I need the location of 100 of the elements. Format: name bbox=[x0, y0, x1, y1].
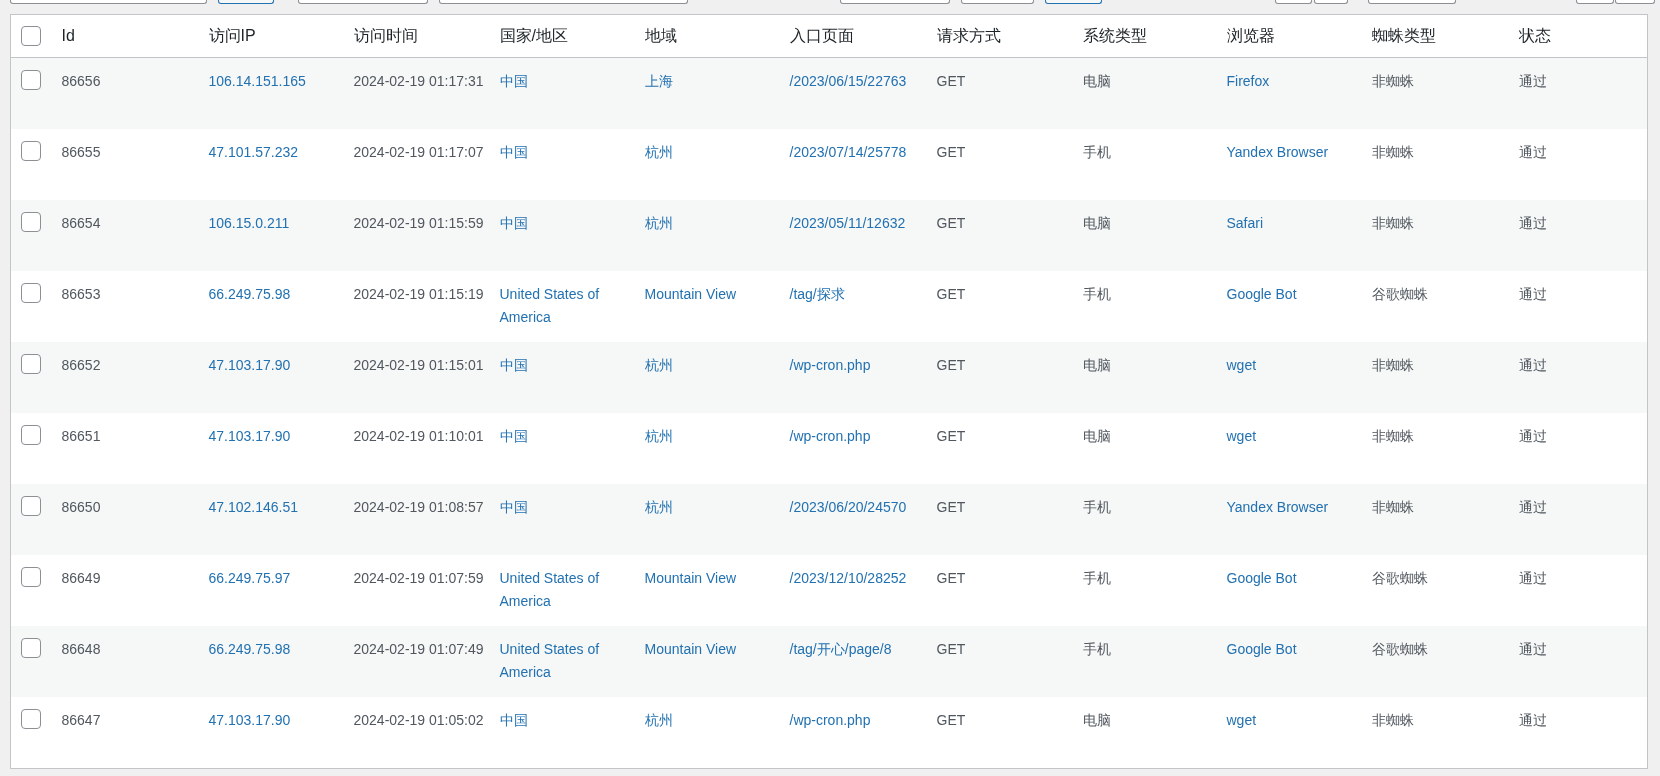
column-header: 请求方式 bbox=[928, 14, 1075, 58]
cell-link[interactable]: Google Bot bbox=[1226, 638, 1356, 661]
table-cell-text: 电脑 bbox=[1082, 711, 1112, 730]
cell-link[interactable]: Safari bbox=[1226, 212, 1356, 235]
row-checkbox[interactable] bbox=[21, 638, 41, 658]
cell-link[interactable]: 66.249.75.98 bbox=[208, 638, 338, 661]
cell-link[interactable]: Firefox bbox=[1226, 70, 1356, 93]
cell-link[interactable]: 47.103.17.90 bbox=[208, 709, 338, 732]
row-checkbox[interactable] bbox=[21, 283, 41, 303]
control-edge[interactable] bbox=[1314, 0, 1348, 4]
cell-link[interactable]: 中国 bbox=[499, 212, 629, 235]
control-edge[interactable] bbox=[1275, 0, 1312, 4]
cell-link[interactable]: Mountain View bbox=[644, 638, 774, 661]
table-cell-text: 2024-02-19 01:17:07 bbox=[353, 143, 484, 162]
column-header: 访问IP bbox=[200, 14, 346, 58]
control-edge[interactable] bbox=[218, 0, 274, 4]
control-edge[interactable] bbox=[298, 0, 428, 4]
cell-link[interactable]: 中国 bbox=[499, 141, 629, 164]
row-checkbox[interactable] bbox=[21, 709, 41, 729]
cell-link[interactable]: Yandex Browser bbox=[1226, 141, 1356, 164]
cell-link[interactable]: 47.103.17.90 bbox=[208, 425, 338, 448]
table-cell-text: 2024-02-19 01:15:01 bbox=[353, 356, 484, 375]
table-cell-text: GET bbox=[936, 711, 967, 730]
cell-link[interactable]: 47.103.17.90 bbox=[208, 354, 338, 377]
cell-link[interactable]: 杭州 bbox=[644, 425, 774, 448]
control-edge[interactable] bbox=[439, 0, 688, 4]
table-cell-text: 2024-02-19 01:08:57 bbox=[353, 498, 484, 517]
control-edge[interactable] bbox=[1045, 0, 1102, 4]
table-cell-text: 非蜘蛛 bbox=[1371, 711, 1415, 730]
table-cell-text: 2024-02-19 01:15:59 bbox=[353, 214, 484, 233]
cell-link[interactable]: 中国 bbox=[499, 709, 629, 732]
control-edge[interactable] bbox=[1615, 0, 1655, 4]
cell-link[interactable]: Google Bot bbox=[1226, 283, 1356, 306]
cell-link[interactable]: United States of America bbox=[499, 567, 629, 613]
cell-link[interactable]: wget bbox=[1226, 709, 1356, 732]
table-cell-text: GET bbox=[936, 427, 967, 446]
cell-link[interactable]: 66.249.75.98 bbox=[208, 283, 338, 306]
row-checkbox[interactable] bbox=[21, 425, 41, 445]
table-cell-text: 非蜘蛛 bbox=[1371, 214, 1415, 233]
cell-link[interactable]: 中国 bbox=[499, 425, 629, 448]
control-edge[interactable] bbox=[1576, 0, 1614, 4]
cell-link[interactable]: United States of America bbox=[499, 638, 629, 684]
cell-link[interactable]: Google Bot bbox=[1226, 567, 1356, 590]
cell-link[interactable]: wget bbox=[1226, 425, 1356, 448]
cell-link[interactable]: United States of America bbox=[499, 283, 629, 329]
cell-link[interactable]: /2023/12/10/28252 bbox=[789, 567, 921, 590]
cell-link[interactable]: /2023/07/14/25778 bbox=[789, 141, 921, 164]
table-cell-text: GET bbox=[936, 356, 967, 375]
cell-link[interactable]: 47.101.57.232 bbox=[208, 141, 338, 164]
table-cell-text: GET bbox=[936, 143, 967, 162]
column-header: 访问时间 bbox=[345, 14, 492, 58]
row-checkbox[interactable] bbox=[21, 496, 41, 516]
column-header: 国家/地区 bbox=[491, 14, 637, 58]
row-checkbox[interactable] bbox=[21, 212, 41, 232]
cell-link[interactable]: /tag/探求 bbox=[789, 283, 921, 306]
cell-link[interactable]: 106.15.0.211 bbox=[208, 212, 338, 235]
control-edge[interactable] bbox=[840, 0, 950, 4]
cell-link[interactable]: 杭州 bbox=[644, 212, 774, 235]
table-cell-text: 电脑 bbox=[1082, 427, 1112, 446]
table-cell-text: 86648 bbox=[61, 640, 102, 659]
row-checkbox[interactable] bbox=[21, 141, 41, 161]
cell-link[interactable]: Yandex Browser bbox=[1226, 496, 1356, 519]
cell-link[interactable]: 中国 bbox=[499, 70, 629, 93]
table-cell-text: 2024-02-19 01:15:19 bbox=[353, 285, 484, 304]
table-cell-text: GET bbox=[936, 640, 967, 659]
table-cell-text: 86653 bbox=[61, 285, 102, 304]
control-edge[interactable] bbox=[961, 0, 1034, 4]
cell-link[interactable]: 杭州 bbox=[644, 496, 774, 519]
cell-link[interactable]: Mountain View bbox=[644, 283, 774, 306]
column-header: Id bbox=[53, 14, 201, 58]
cell-link[interactable]: 47.102.146.51 bbox=[208, 496, 338, 519]
cell-link[interactable]: 106.14.151.165 bbox=[208, 70, 338, 93]
row-checkbox[interactable] bbox=[21, 70, 41, 90]
control-edge[interactable] bbox=[1368, 0, 1456, 4]
cell-link[interactable]: /wp-cron.php bbox=[789, 354, 921, 377]
cell-link[interactable]: 66.249.75.97 bbox=[208, 567, 338, 590]
cell-link[interactable]: 杭州 bbox=[644, 354, 774, 377]
cell-link[interactable]: /2023/06/15/22763 bbox=[789, 70, 921, 93]
cell-link[interactable]: 中国 bbox=[499, 354, 629, 377]
cell-link[interactable]: /wp-cron.php bbox=[789, 709, 921, 732]
cell-link[interactable]: /tag/开心/page/8 bbox=[789, 638, 921, 661]
cell-link[interactable]: /2023/06/20/24570 bbox=[789, 496, 921, 519]
cell-link[interactable]: /wp-cron.php bbox=[789, 425, 921, 448]
table-cell-text: 非蜘蛛 bbox=[1371, 143, 1415, 162]
table-cell-text: 通过 bbox=[1518, 640, 1548, 659]
cell-link[interactable]: Mountain View bbox=[644, 567, 774, 590]
row-checkbox[interactable] bbox=[21, 567, 41, 587]
control-edge[interactable] bbox=[10, 0, 207, 4]
table-cell-text: GET bbox=[936, 498, 967, 517]
column-header: 状态 bbox=[1510, 14, 1648, 58]
cell-link[interactable]: 杭州 bbox=[644, 141, 774, 164]
select-all-checkbox[interactable] bbox=[21, 26, 41, 46]
cell-link[interactable]: wget bbox=[1226, 354, 1356, 377]
table-cell-text: 非蜘蛛 bbox=[1371, 72, 1415, 91]
cell-link[interactable]: 上海 bbox=[644, 70, 774, 93]
cell-link[interactable]: /2023/05/11/12632 bbox=[789, 212, 921, 235]
table-cell-text: 2024-02-19 01:07:49 bbox=[353, 640, 484, 659]
row-checkbox[interactable] bbox=[21, 354, 41, 374]
cell-link[interactable]: 杭州 bbox=[644, 709, 774, 732]
cell-link[interactable]: 中国 bbox=[499, 496, 629, 519]
